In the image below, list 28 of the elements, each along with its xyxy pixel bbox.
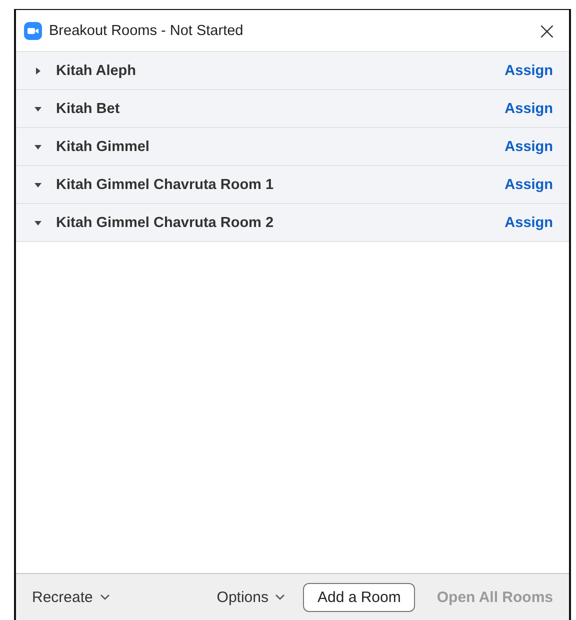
recreate-dropdown[interactable]: Recreate (32, 588, 110, 606)
room-name: Kitah Aleph (56, 62, 138, 78)
window-title: Breakout Rooms - Not Started (49, 22, 244, 38)
video-camera-icon (24, 22, 42, 40)
expand-arrow-icon[interactable] (34, 218, 42, 226)
assign-link[interactable]: Assign (504, 62, 553, 78)
close-button[interactable]: × (532, 18, 561, 42)
assign-link[interactable]: Assign (504, 138, 553, 154)
assign-link[interactable]: Assign (504, 100, 553, 116)
assign-link[interactable]: Assign (504, 176, 553, 192)
expand-arrow-icon[interactable] (34, 66, 42, 74)
chevron-down-icon[interactable] (275, 594, 286, 600)
room-name: Kitah Gimmel (56, 138, 150, 154)
expand-arrow-icon[interactable] (34, 142, 42, 150)
room-name: Kitah Gimmel Chavruta Room 1 (56, 176, 275, 192)
room-name: Kitah Gimmel Chavruta Room 2 (56, 214, 275, 230)
room-name: Kitah Bet (56, 100, 121, 116)
room-row[interactable]: Kitah Bet Assign (16, 90, 569, 128)
room-row[interactable]: Kitah Gimmel Chavruta Room 1 Assign (16, 166, 569, 204)
room-row[interactable]: Kitah Gimmel Chavruta Room 2 Assign (16, 204, 569, 242)
assign-link[interactable]: Assign (504, 214, 553, 230)
chevron-down-icon[interactable] (100, 594, 110, 600)
expand-arrow-icon[interactable] (34, 180, 42, 188)
options-dropdown[interactable]: Options (216, 588, 286, 606)
room-row[interactable]: Kitah Gimmel Assign (16, 128, 569, 166)
expand-arrow-icon[interactable] (34, 104, 42, 112)
add-room-button[interactable]: Add a Room (303, 582, 415, 612)
room-row[interactable]: Kitah Aleph Assign (16, 52, 569, 90)
